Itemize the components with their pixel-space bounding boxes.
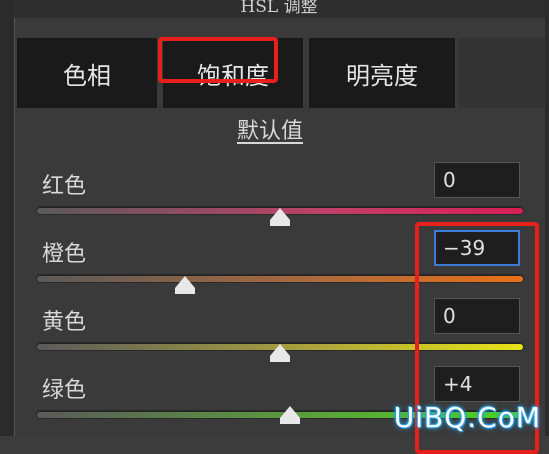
orange-slider-thumb[interactable] [175,276,196,294]
yellow-slider-thumb[interactable] [270,344,290,362]
tabs-spacer [459,38,545,108]
tab-hue[interactable]: 色相 [17,38,163,108]
slider-label: 橙色 [42,242,87,267]
yellow-value-field[interactable]: 0 [434,298,520,334]
green-value-field[interactable]: +4 [434,366,520,402]
tab-luminance[interactable]: 明亮度 [309,38,455,108]
hsl-panel: 色相 饱和度 明亮度 默认值 红色 0 橙色 −39 黄色 0 绿色 +4 [14,18,545,454]
panel-title: HSL 调整 [14,0,544,18]
red-value-field[interactable]: 0 [434,162,520,198]
tab-saturation[interactable]: 饱和度 [163,38,309,108]
default-button[interactable]: 默认值 [230,113,310,145]
green-slider-thumb[interactable] [279,406,300,424]
slider-label: 绿色 [42,378,87,403]
orange-slider-track[interactable] [37,275,523,282]
red-slider-thumb[interactable] [270,208,290,226]
slider-label: 红色 [42,174,87,199]
slider-label: 黄色 [42,310,87,335]
orange-value-field[interactable]: −39 [434,230,520,266]
watermark-logo: UiBQ.CoM [393,401,541,434]
window-frame-left [0,0,14,436]
